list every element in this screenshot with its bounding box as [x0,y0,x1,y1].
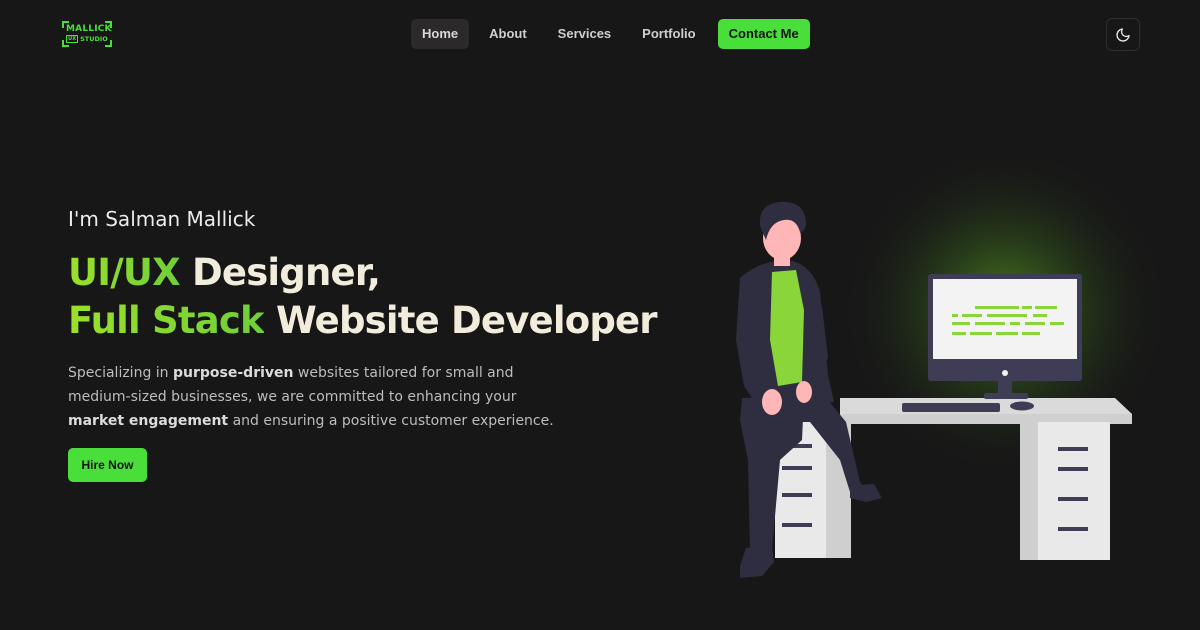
headline-line-2: Full Stack Website Developer [68,297,658,345]
desc-bold-2: market engagement [68,413,229,429]
moon-icon [1116,27,1130,42]
logo-wordmark-bottom: UX STUDIO [65,35,109,43]
keyboard [902,403,1000,412]
nav-about[interactable]: About [478,19,538,49]
nav-services[interactable]: Services [547,19,623,49]
desc-part-3: and ensuring a positive customer experie… [228,413,554,429]
hire-now-button[interactable]: Hire Now [68,448,147,482]
theme-toggle-button[interactable] [1106,18,1140,51]
monitor [928,274,1082,399]
nav-portfolio[interactable]: Portfolio [631,19,706,49]
nav-home[interactable]: Home [411,19,470,49]
headline-line-1: UI/UX Designer, [68,249,657,297]
hero-illustration [736,160,1160,578]
logo-ux-box: UX [66,35,79,43]
logo-studio-text: STUDIO [80,35,108,43]
hero-headline: UI/UX Designer, Full Stack Website Devel… [68,249,658,345]
mouse [1010,401,1034,411]
contact-me-button[interactable]: Contact Me [717,19,810,49]
main-nav: Home About Services Portfolio Contact Me [411,19,810,49]
brand-logo[interactable]: MALLICK UX STUDIO [62,21,112,47]
hero-description: Specializing in purpose-driven websites … [68,361,568,433]
headline-rest-2: Website Developer [263,299,658,342]
headline-highlight-1: UI/UX [68,251,181,294]
hero-intro: I'm Salman Mallick [68,207,256,231]
headline-highlight-2: Full Stack [68,299,265,342]
desc-bold-1: purpose-driven [173,365,294,381]
desc-part-1: Specializing in [68,365,173,381]
headline-rest-1: Designer, [179,251,381,294]
logo-wordmark-top: MALLICK [66,24,112,34]
